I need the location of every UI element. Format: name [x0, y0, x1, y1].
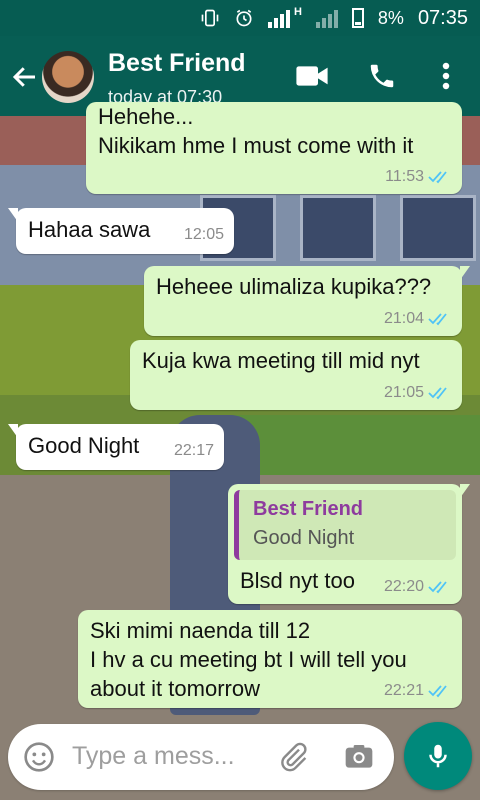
read-ticks-icon: [428, 581, 447, 594]
battery-icon: [351, 8, 364, 28]
quoted-text: Good Night: [253, 527, 355, 549]
message-time: 21:04: [383, 310, 424, 327]
bubble-tail: [460, 266, 470, 280]
message-bubble-incoming[interactable]: Good Night 22:17: [8, 424, 224, 470]
message-meta: 22:21: [384, 682, 452, 700]
status-bar: H 8% 07:35: [0, 0, 480, 36]
battery-percent: 8%: [377, 7, 404, 28]
read-ticks-icon: [428, 171, 447, 184]
vibrate-icon: [201, 9, 219, 27]
avatar[interactable]: [42, 51, 94, 103]
message-input[interactable]: Type a mess...: [72, 742, 235, 771]
wallpaper-window: [400, 195, 476, 261]
signal-icon-2: [315, 8, 338, 28]
attach-button[interactable]: [276, 740, 310, 774]
camera-icon: [345, 745, 373, 768]
phone-icon: [370, 64, 394, 88]
message-time: 11:53: [385, 168, 424, 185]
message-text: Ski mimi naenda till 12 I hv a cu meetin…: [90, 618, 407, 701]
contact-name[interactable]: Best Friend: [108, 49, 246, 78]
more-vert-icon: [442, 62, 450, 90]
wallpaper-window: [300, 195, 376, 261]
video-call-icon: [296, 66, 328, 86]
message-text: Good Night: [28, 433, 140, 458]
quoted-message[interactable]: Best Friend Good Night: [234, 490, 456, 560]
more-options-button[interactable]: [428, 58, 464, 94]
message-text: Hehehe... Nikikam hme I must come with i…: [98, 104, 414, 158]
message-bubble-outgoing[interactable]: Hehehe... Nikikam hme I must come with i…: [86, 102, 462, 194]
message-time: 22:17: [173, 442, 214, 459]
message-composer: Type a mess...: [8, 724, 394, 790]
bubble-tail: [8, 208, 18, 222]
message-text: Heheee ulimaliza kupika???: [156, 274, 432, 299]
message-bubble-outgoing[interactable]: Ski mimi naenda till 12 I hv a cu meetin…: [78, 610, 462, 708]
network-type: H: [293, 6, 302, 18]
message-text: Kuja kwa meeting till mid nyt: [142, 348, 420, 373]
mic-icon: [429, 744, 447, 768]
message-time: 12:05: [183, 226, 224, 243]
emoji-icon: [24, 742, 54, 772]
read-ticks-icon: [428, 685, 447, 698]
clock: 07:35: [417, 6, 468, 29]
bubble-tail: [460, 484, 470, 498]
message-bubble-outgoing[interactable]: Heheee ulimaliza kupika??? 21:04: [144, 266, 470, 336]
message-time: 21:05: [383, 384, 424, 401]
attach-icon: [281, 742, 307, 772]
message-time: 22:20: [383, 578, 424, 595]
message-meta: 21:04: [384, 310, 452, 328]
message-meta: 11:53: [385, 168, 452, 186]
message-meta: 21:05: [384, 384, 452, 402]
message-text: Blsd nyt too: [240, 568, 355, 593]
message-bubble-incoming[interactable]: Hahaa sawa 12:05: [8, 208, 234, 254]
message-meta: 22:20: [384, 578, 452, 596]
message-bubble-outgoing[interactable]: Best Friend Good Night Blsd nyt too 22:2…: [228, 484, 470, 604]
voice-call-button[interactable]: [364, 58, 400, 94]
bubble-tail: [8, 424, 18, 438]
message-text: Hahaa sawa: [28, 217, 151, 242]
read-ticks-icon: [428, 313, 447, 326]
quoted-author: Best Friend: [253, 498, 364, 520]
voice-record-button[interactable]: [404, 722, 472, 790]
back-arrow-icon: [12, 67, 35, 87]
message-time: 22:21: [383, 682, 424, 699]
video-call-button[interactable]: [294, 58, 330, 94]
signal-icon: [267, 8, 290, 28]
back-button[interactable]: [10, 62, 40, 92]
message-bubble-outgoing[interactable]: Kuja kwa meeting till mid nyt 21:05: [130, 340, 462, 410]
emoji-button[interactable]: [22, 740, 56, 774]
alarm-icon: [236, 9, 252, 27]
read-ticks-icon: [428, 387, 447, 400]
camera-button[interactable]: [342, 740, 376, 774]
